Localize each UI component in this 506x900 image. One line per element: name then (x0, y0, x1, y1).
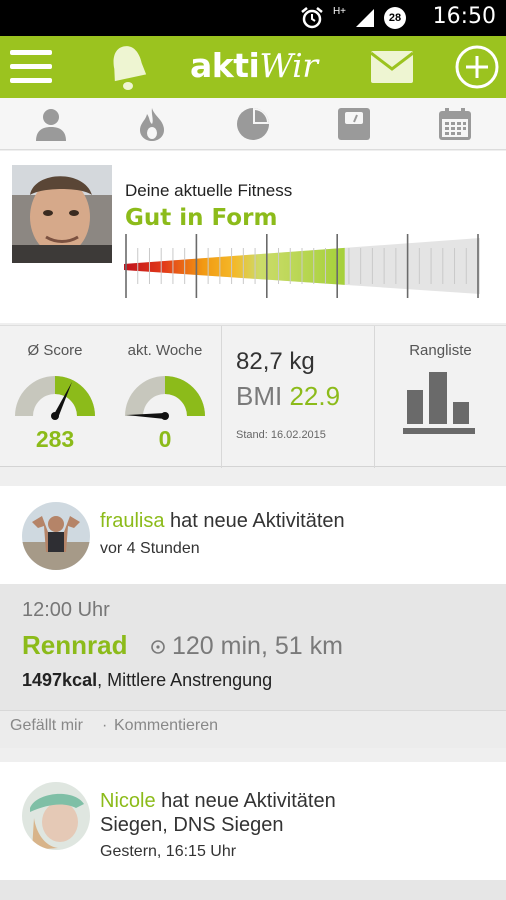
activity-duration-value: 120 min, 51 km (172, 632, 343, 660)
user-photo (12, 165, 112, 263)
feed-action: hat neue Aktivitäten (170, 510, 345, 532)
kcal-value: 1497kcal (22, 670, 98, 690)
ranking-label: Rangliste (409, 342, 472, 359)
week-gauge-dial (125, 376, 205, 420)
fitness-level-scale (124, 234, 480, 298)
avatar-fraulisa (22, 502, 90, 570)
fitness-label: Deine aktuelle Fitness (125, 181, 293, 200)
clock-icon (151, 639, 165, 654)
mail-icon[interactable] (370, 50, 414, 84)
intensity-label: , Mittlere Anstrengung (97, 670, 273, 690)
stats-panel: Ø Score 283 akt. Woche 0 82,7 kg BMI 22.… (0, 325, 506, 468)
feed-time: vor 4 Stunden (100, 540, 200, 557)
tab-activity[interactable] (101, 98, 202, 150)
username-link[interactable]: fraulisa (100, 510, 164, 532)
flame-icon (139, 108, 164, 141)
tab-calendar[interactable] (404, 98, 505, 150)
next-activity-peek (0, 880, 506, 900)
feed-action: hat neue Aktivitäten (161, 790, 336, 812)
score-gauge[interactable]: Ø Score 283 (0, 326, 110, 468)
status-icons: H+ 28 (299, 6, 406, 30)
score-label: Ø Score (27, 342, 83, 359)
menu-icon[interactable] (10, 50, 52, 84)
status-bar: H+ 28 16:50 (0, 0, 506, 36)
actions-separator: · (102, 717, 108, 734)
logo-suffix: Wir (259, 46, 318, 85)
app-bar: aktiWir (0, 36, 506, 98)
score-value: 283 (35, 426, 75, 452)
week-gauge[interactable]: akt. Woche 0 (110, 326, 220, 468)
logo-prefix: akti (190, 46, 260, 85)
scale-icon (337, 108, 370, 140)
ranking-button[interactable]: Rangliste (375, 326, 506, 468)
clock: 16:50 (432, 4, 496, 29)
signal-icon (356, 9, 374, 27)
activity-kcal: 1497kcal, Mittlere Anstrengung (22, 670, 272, 691)
ranking-icon (403, 372, 475, 434)
score-gauge-dial (15, 376, 95, 420)
tab-statistics[interactable] (202, 98, 303, 150)
like-link[interactable]: Gefällt mir (10, 717, 83, 735)
feed-card-header[interactable]: Nicole hat neue Aktivitäten Siegen, DNS … (0, 762, 506, 880)
tab-bar (0, 98, 506, 150)
bmi-label: BMI (236, 381, 283, 411)
tab-weight[interactable] (303, 98, 404, 150)
week-value: 0 (158, 426, 172, 452)
feed-time: Gestern, 16:15 Uhr (100, 843, 237, 860)
add-icon[interactable] (454, 44, 500, 90)
user-avatar[interactable] (22, 782, 90, 850)
user-avatar[interactable] (22, 502, 90, 570)
notification-badge: 28 (384, 7, 406, 29)
activity-time: 12:00 Uhr (22, 599, 110, 621)
weight-block[interactable]: 82,7 kg BMI 22.9 Stand: 16.02.2015 (222, 326, 374, 468)
username-link[interactable]: Nicole (100, 790, 156, 812)
bell-icon[interactable] (104, 42, 152, 92)
comment-link[interactable]: Kommentieren (114, 717, 218, 735)
bmi-line: BMI 22.9 (236, 381, 340, 412)
activity-sport: Rennrad (22, 630, 128, 660)
feed-title: fraulisa hat neue Aktivitäten (100, 510, 345, 533)
weight-value: 82,7 kg (236, 348, 315, 375)
app-logo: aktiWir (190, 46, 318, 85)
calendar-icon (438, 108, 471, 140)
pie-chart-icon (236, 108, 269, 140)
network-type: H+ (332, 5, 346, 17)
user-avatar[interactable] (12, 165, 112, 263)
feed-location[interactable]: Siegen, DNS Siegen (100, 814, 283, 837)
tab-profile[interactable] (0, 98, 101, 150)
user-icon (35, 109, 66, 141)
bmi-value: 22.9 (289, 381, 341, 411)
activity-entry[interactable]: 12:00 Uhr Rennrad 120 min, 51 km 1497kca… (0, 584, 506, 710)
alarm-icon (301, 7, 323, 29)
activity-duration: 120 min, 51 km (150, 632, 343, 661)
weight-date: Stand: 16.02.2015 (236, 429, 326, 441)
avatar-nicole (22, 782, 90, 850)
fitness-panel[interactable]: Deine aktuelle Fitness Gut in Form (0, 151, 506, 323)
feed-title: Nicole hat neue Aktivitäten (100, 790, 336, 813)
feed-card-header[interactable]: fraulisa hat neue Aktivitäten vor 4 Stun… (0, 486, 506, 584)
fitness-status: Gut in Form (125, 205, 278, 231)
feed-actions: Gefällt mir · Kommentieren (0, 710, 506, 748)
week-label: akt. Woche (127, 342, 203, 359)
